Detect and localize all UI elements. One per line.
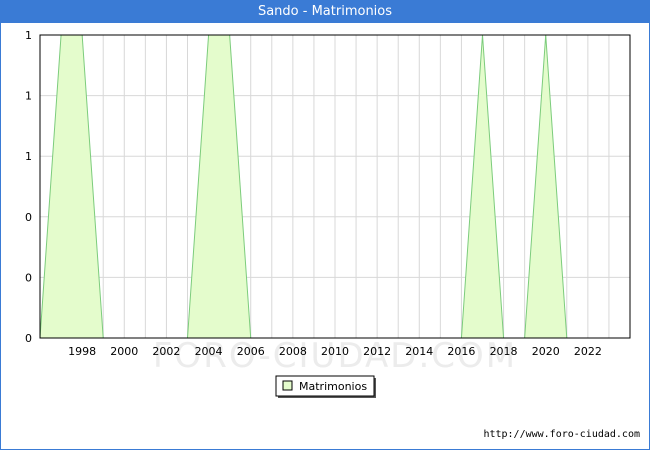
x-tick-label: 2012 <box>363 345 391 358</box>
x-tick-label: 2008 <box>279 345 307 358</box>
x-tick-label: 2016 <box>447 345 475 358</box>
x-tick-label: 2006 <box>237 345 265 358</box>
x-tick-label: 2020 <box>532 345 560 358</box>
legend-label: Matrimonios <box>299 380 367 393</box>
y-tick-label: 1 <box>25 150 32 163</box>
y-tick-label: 0 <box>25 332 32 345</box>
x-tick-label: 2018 <box>490 345 518 358</box>
x-tick-label: 2010 <box>321 345 349 358</box>
y-tick-label: 1 <box>25 29 32 42</box>
y-tick-label: 0 <box>25 211 32 224</box>
x-tick-label: 1998 <box>68 345 96 358</box>
chart-canvas: FORO-CIUDAD.COM0001111998 2000 2002 2004 200… <box>25 29 631 398</box>
x-tick-label: 2002 <box>152 345 180 358</box>
legend-swatch <box>282 380 293 391</box>
y-tick-label: 1 <box>25 90 32 103</box>
x-tick-label: 2000 <box>110 345 138 358</box>
y-tick-label: 0 <box>25 271 32 284</box>
x-tick-label: 2014 <box>405 345 433 358</box>
x-tick-label: 2022 <box>574 345 602 358</box>
source-credit: http://www.foro-ciudad.com <box>483 429 640 440</box>
x-tick-label: 2004 <box>195 345 223 358</box>
